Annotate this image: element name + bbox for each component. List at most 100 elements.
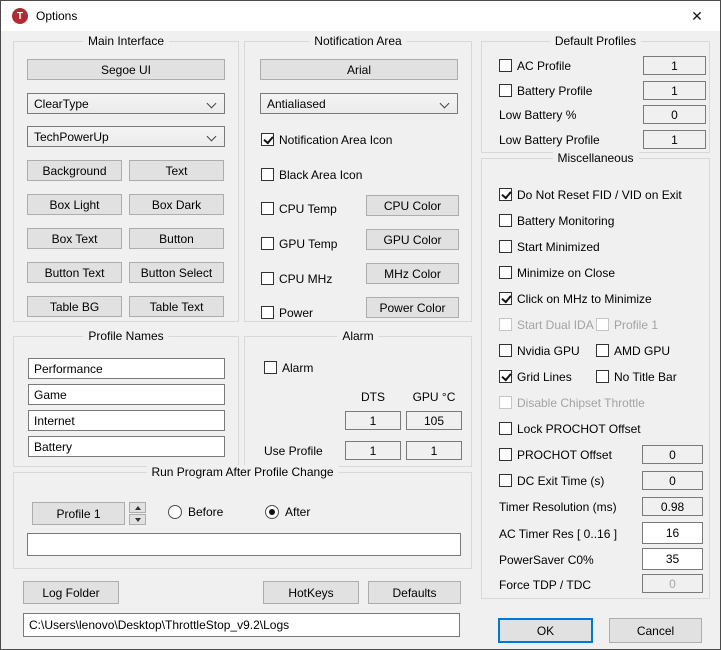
checkbox-label: Start Dual IDA: [517, 318, 594, 332]
checkbox-label: Lock PROCHOT Offset: [517, 422, 641, 436]
text-color-button[interactable]: Text: [129, 160, 224, 181]
run-program-command-input[interactable]: [27, 533, 461, 556]
button-select-color-button[interactable]: Button Select: [129, 262, 224, 283]
group-notification-area: Notification Area Arial Antialiased Noti…: [244, 41, 472, 322]
notification-font-button[interactable]: Arial: [260, 59, 458, 80]
ac-timer-res-label: AC Timer Res [ 0..16 ]: [499, 526, 617, 541]
checkbox-black-area-icon[interactable]: Black Area Icon: [261, 167, 362, 182]
log-path-field[interactable]: [23, 613, 460, 637]
timer-resolution-field: 0.98: [642, 497, 703, 516]
checkbox-click-mhz-minimize[interactable]: Click on MHz to Minimize: [499, 291, 652, 306]
checkbox-label: Notification Area Icon: [279, 133, 392, 147]
ac-timer-res-field[interactable]: 16: [642, 522, 703, 544]
radio-before[interactable]: Before: [168, 505, 223, 519]
alarm-dts-threshold-field[interactable]: 1: [345, 411, 401, 430]
ok-button[interactable]: OK: [498, 618, 593, 643]
cancel-button[interactable]: Cancel: [609, 618, 702, 643]
powersaver-c0-field[interactable]: 35: [642, 548, 703, 570]
radio-after[interactable]: After: [265, 505, 310, 519]
checkbox-no-title-bar[interactable]: No Title Bar: [596, 369, 677, 384]
group-title-default-profiles: Default Profiles: [550, 34, 641, 48]
checkbox-label: No Title Bar: [614, 370, 677, 384]
checkbox-label: CPU Temp: [279, 202, 337, 216]
checkbox-box: [499, 396, 512, 409]
profile-name-input-3[interactable]: [28, 410, 225, 431]
battery-profile-field[interactable]: 1: [643, 81, 706, 100]
checkbox-box: [499, 84, 512, 97]
checkbox-amd-gpu[interactable]: AMD GPU: [596, 343, 670, 358]
low-battery-percent-field[interactable]: 0: [643, 105, 706, 124]
dc-exit-time-field[interactable]: 0: [642, 471, 703, 490]
ac-profile-field[interactable]: 1: [643, 56, 706, 75]
prochot-offset-field[interactable]: 0: [642, 445, 703, 464]
checkbox-label: Disable Chipset Throttle: [517, 396, 645, 410]
low-battery-profile-field[interactable]: 1: [643, 130, 706, 149]
checkbox-minimize-on-close[interactable]: Minimize on Close: [499, 265, 615, 280]
button-text-color-button[interactable]: Button Text: [27, 262, 122, 283]
checkbox-cpu-temp[interactable]: CPU Temp: [261, 201, 337, 216]
checkbox-battery-monitoring[interactable]: Battery Monitoring: [499, 213, 614, 228]
checkbox-ac-profile[interactable]: AC Profile: [499, 58, 571, 73]
checkbox-battery-profile[interactable]: Battery Profile: [499, 83, 592, 98]
checkbox-notification-area-icon[interactable]: Notification Area Icon: [261, 132, 392, 147]
profile-name-input-2[interactable]: [28, 384, 225, 405]
force-tdp-tdc-field: 0: [642, 574, 703, 593]
table-text-color-button[interactable]: Table Text: [129, 296, 224, 317]
font-smoothing-dropdown[interactable]: ClearType: [27, 93, 225, 114]
profile-name-input-4[interactable]: [28, 436, 225, 457]
checkbox-start-minimized[interactable]: Start Minimized: [499, 239, 600, 254]
theme-dropdown[interactable]: TechPowerUp: [27, 126, 225, 147]
checkbox-gpu-temp[interactable]: GPU Temp: [261, 236, 337, 251]
checkbox-box: [499, 292, 512, 305]
checkbox-start-dual-ida[interactable]: Start Dual IDA: [499, 317, 594, 332]
radio-circle: [168, 505, 182, 519]
cpu-color-button[interactable]: CPU Color: [366, 195, 459, 216]
group-run-program: Run Program After Profile Change Profile…: [13, 472, 472, 569]
profile-name-input-1[interactable]: [28, 358, 225, 379]
button-color-button[interactable]: Button: [129, 228, 224, 249]
checkbox-disable-chipset-throttle[interactable]: Disable Chipset Throttle: [499, 395, 645, 410]
alarm-gpu-threshold-field[interactable]: 105: [406, 411, 462, 430]
profile-spinner: [129, 502, 146, 525]
checkbox-box: [596, 318, 609, 331]
checkbox-lock-prochot-offset[interactable]: Lock PROCHOT Offset: [499, 421, 641, 436]
mhz-color-button[interactable]: MHz Color: [366, 263, 459, 284]
checkbox-cpu-mhz[interactable]: CPU MHz: [261, 271, 332, 286]
group-alarm: Alarm Alarm DTS GPU °C 1 105 Use Profile…: [244, 336, 472, 467]
log-folder-button[interactable]: Log Folder: [23, 581, 119, 604]
group-profile-names: Profile Names: [13, 336, 239, 467]
background-color-button[interactable]: Background: [27, 160, 122, 181]
triangle-down-icon: [135, 518, 141, 522]
box-light-color-button[interactable]: Box Light: [27, 194, 122, 215]
checkbox-nvidia-gpu[interactable]: Nvidia GPU: [499, 343, 580, 358]
table-bg-color-button[interactable]: Table BG: [27, 296, 122, 317]
alarm-gpu-profile-field[interactable]: 1: [406, 441, 462, 460]
checkbox-do-not-reset-fid-vid[interactable]: Do Not Reset FID / VID on Exit: [499, 187, 682, 202]
checkbox-box: [499, 188, 512, 201]
spinner-up-button[interactable]: [129, 502, 146, 513]
defaults-button[interactable]: Defaults: [368, 581, 461, 604]
font-rendering-dropdown[interactable]: Antialiased: [260, 93, 458, 114]
checkbox-profile-1[interactable]: Profile 1: [596, 317, 658, 332]
checkbox-power[interactable]: Power: [261, 305, 313, 320]
checkbox-prochot-offset[interactable]: PROCHOT Offset: [499, 447, 612, 462]
theme-value: TechPowerUp: [34, 130, 109, 144]
hotkeys-button[interactable]: HotKeys: [263, 581, 359, 604]
title-bar: T Options ✕: [1, 1, 720, 31]
powersaver-c0-label: PowerSaver C0%: [499, 552, 594, 567]
close-icon[interactable]: ✕: [674, 1, 720, 31]
chevron-down-icon: [207, 99, 217, 109]
box-text-color-button[interactable]: Box Text: [27, 228, 122, 249]
spinner-down-button[interactable]: [129, 514, 146, 525]
main-font-button[interactable]: Segoe UI: [27, 59, 225, 80]
use-profile-label: Use Profile: [264, 443, 323, 458]
checkbox-alarm[interactable]: Alarm: [264, 360, 313, 375]
checkbox-box: [499, 474, 512, 487]
checkbox-grid-lines[interactable]: Grid Lines: [499, 369, 572, 384]
gpu-color-button[interactable]: GPU Color: [366, 229, 459, 250]
run-program-profile-button[interactable]: Profile 1: [32, 502, 125, 525]
alarm-dts-profile-field[interactable]: 1: [345, 441, 401, 460]
checkbox-dc-exit-time[interactable]: DC Exit Time (s): [499, 473, 604, 488]
power-color-button[interactable]: Power Color: [366, 297, 459, 318]
box-dark-color-button[interactable]: Box Dark: [129, 194, 224, 215]
